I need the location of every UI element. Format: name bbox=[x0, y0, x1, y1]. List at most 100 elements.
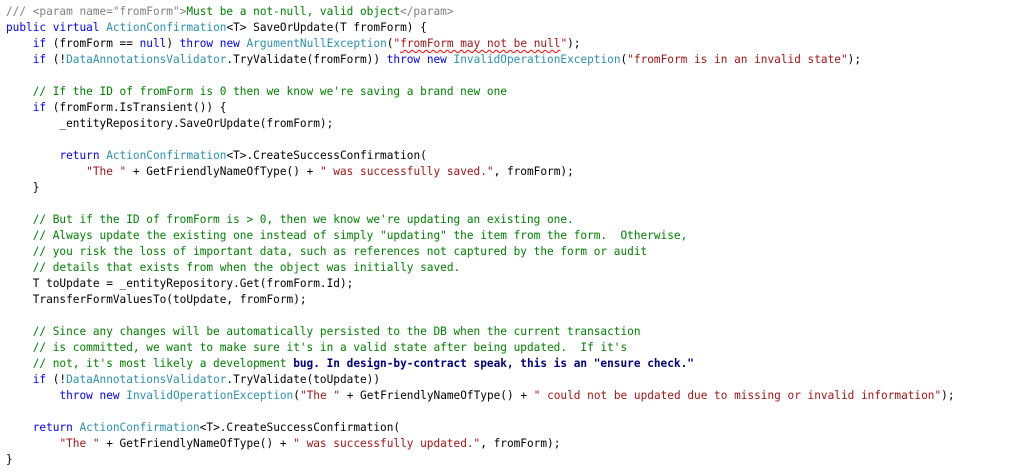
code-token: DataAnnotationsValidator bbox=[66, 53, 227, 66]
code-line[interactable]: if (!DataAnnotationsValidator.TryValidat… bbox=[0, 52, 1010, 68]
code-line[interactable]: // Always update the existing one instea… bbox=[0, 228, 1010, 244]
code-token: new bbox=[219, 37, 240, 50]
code-token: new bbox=[426, 53, 447, 66]
code-token: (fromForm == bbox=[46, 37, 140, 50]
code-line[interactable]: T toUpdate = _entityRepository.Get(fromF… bbox=[0, 276, 1010, 292]
code-token: // Always update the existing one instea… bbox=[32, 229, 688, 242]
code-line[interactable]: throw new InvalidOperationException("The… bbox=[0, 388, 1010, 404]
code-token: (fromForm.IsTransient()) { bbox=[46, 101, 227, 114]
code-line[interactable]: } bbox=[0, 452, 1010, 468]
code-token: // not, it's most likely a development bbox=[32, 357, 294, 370]
code-line[interactable] bbox=[0, 68, 1010, 84]
code-token: .TryValidate(toUpdate)) bbox=[226, 373, 381, 386]
code-line[interactable]: public virtual ActionConfirmation<T> Sav… bbox=[0, 20, 1010, 36]
code-token: if bbox=[32, 53, 47, 66]
code-token: "fromForm is in an invalid state" bbox=[627, 53, 848, 66]
code-line[interactable]: TransferFormValuesTo(toUpdate, fromForm)… bbox=[0, 292, 1010, 308]
code-token: null bbox=[139, 37, 167, 50]
code-token: .TryValidate(fromForm)) bbox=[226, 53, 387, 66]
code-editor[interactable]: /// <param name="fromForm">Must be a not… bbox=[0, 0, 1010, 475]
code-token: <param name="fromForm"> bbox=[32, 5, 187, 18]
code-token: ); bbox=[847, 53, 861, 66]
code-token: new bbox=[99, 389, 120, 402]
code-token: "The " bbox=[59, 437, 100, 450]
code-token: <T>.CreateSuccessConfirmation( bbox=[226, 149, 427, 162]
code-line[interactable]: } bbox=[0, 180, 1010, 196]
code-token: + GetFriendlyNameOfType() + bbox=[340, 389, 534, 402]
code-line[interactable]: if (fromForm == null) throw new Argument… bbox=[0, 36, 1010, 52]
code-token: " could not be updated due to missing or… bbox=[533, 389, 942, 402]
code-line[interactable]: "The " + GetFriendlyNameOfType() + " was… bbox=[0, 164, 1010, 180]
code-line[interactable]: // is committed, we want to make sure it… bbox=[0, 340, 1010, 356]
code-line[interactable] bbox=[0, 308, 1010, 324]
code-line[interactable]: _entityRepository.SaveOrUpdate(fromForm)… bbox=[0, 116, 1010, 132]
code-token: ArgumentNullException bbox=[246, 37, 387, 50]
code-token: throw bbox=[59, 389, 93, 402]
code-token: " was successfully updated." bbox=[293, 437, 481, 450]
code-token: <T>.CreateSuccessConfirmation( bbox=[199, 421, 401, 434]
code-token: ); bbox=[567, 37, 581, 50]
code-line[interactable]: /// <param name="fromForm">Must be a not… bbox=[0, 4, 1010, 20]
code-token: <T> SaveOrUpdate(T fromForm) { bbox=[226, 21, 427, 34]
code-token: ); bbox=[941, 389, 955, 402]
code-token: InvalidOperationException bbox=[126, 389, 294, 402]
code-token: virtual bbox=[52, 21, 100, 34]
code-token: T toUpdate = _entityRepository.Get(fromF… bbox=[32, 277, 354, 290]
code-token: if bbox=[32, 101, 47, 114]
code-line[interactable]: // details that exists from when the obj… bbox=[0, 260, 1010, 276]
code-line[interactable]: // If the ID of fromForm is 0 then we kn… bbox=[0, 84, 1010, 100]
spellcheck-squiggle-token: fromForm may not be null bbox=[400, 37, 561, 50]
code-line[interactable]: if (fromForm.IsTransient()) { bbox=[0, 100, 1010, 116]
code-token: " was successfully saved." bbox=[319, 165, 494, 178]
code-token: // you risk the loss of important data, … bbox=[32, 245, 648, 258]
code-line[interactable]: // Since any changes will be automatical… bbox=[0, 324, 1010, 340]
code-line[interactable]: return ActionConfirmation<T>.CreateSucce… bbox=[0, 148, 1010, 164]
code-line[interactable]: // But if the ID of fromForm is > 0, the… bbox=[0, 212, 1010, 228]
code-line[interactable]: if (!DataAnnotationsValidator.TryValidat… bbox=[0, 372, 1010, 388]
code-token: (! bbox=[46, 373, 67, 386]
code-token: // If the ID of fromForm is 0 then we kn… bbox=[32, 85, 507, 98]
code-line[interactable]: // you risk the loss of important data, … bbox=[0, 244, 1010, 260]
code-token: // is committed, we want to make sure it… bbox=[32, 341, 628, 354]
code-token: ActionConfirmation bbox=[79, 421, 200, 434]
code-token: ) bbox=[166, 37, 180, 50]
code-token: if bbox=[32, 373, 47, 386]
code-token: , fromForm); bbox=[480, 437, 561, 450]
code-token: (! bbox=[46, 53, 67, 66]
code-line[interactable]: // not, it's most likely a development b… bbox=[0, 356, 1010, 372]
code-token: throw bbox=[179, 37, 214, 50]
code-line[interactable]: "The " + GetFriendlyNameOfType() + " was… bbox=[0, 436, 1010, 452]
code-line[interactable] bbox=[0, 196, 1010, 212]
code-token: // Since any changes will be automatical… bbox=[32, 325, 641, 338]
code-token: "The " bbox=[299, 389, 341, 402]
code-token: ActionConfirmation bbox=[106, 21, 227, 34]
code-token: ( bbox=[293, 389, 300, 402]
code-token: + GetFriendlyNameOfType() + bbox=[99, 437, 294, 450]
code-token: ActionConfirmation bbox=[106, 149, 227, 162]
code-line[interactable] bbox=[0, 132, 1010, 148]
code-line[interactable] bbox=[0, 404, 1010, 420]
code-line[interactable]: return ActionConfirmation<T>.CreateSucce… bbox=[0, 420, 1010, 436]
